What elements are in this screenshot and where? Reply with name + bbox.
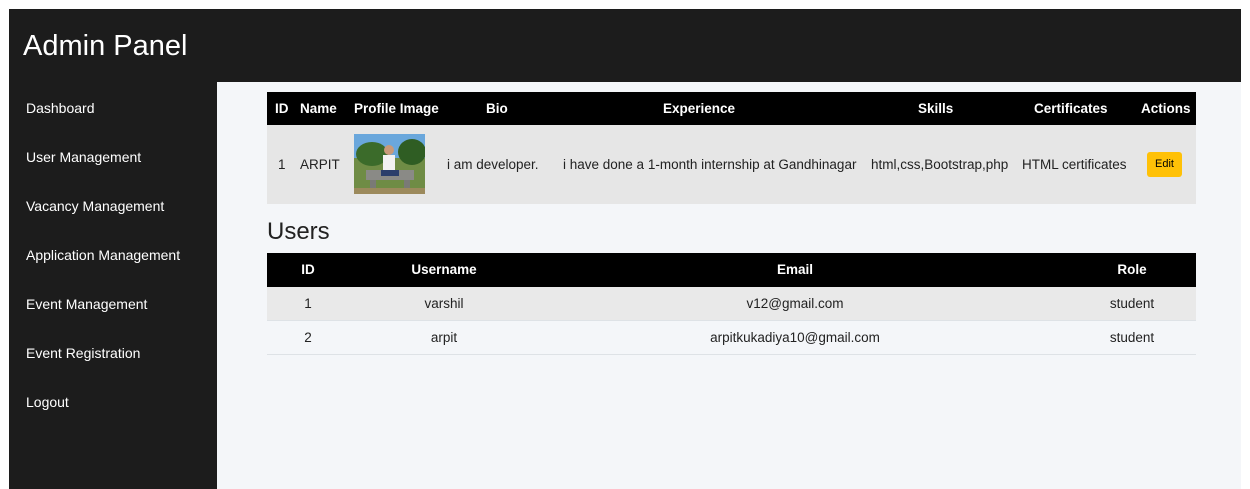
- edit-button[interactable]: Edit: [1147, 152, 1182, 177]
- column-header-role: Role: [1117, 262, 1147, 277]
- cell-username: arpit: [430, 330, 458, 345]
- cell-bio: i am developer.: [447, 157, 539, 172]
- users-heading: Users: [267, 218, 330, 245]
- app-title: Admin Panel: [23, 30, 188, 62]
- column-header-bio: Bio: [486, 101, 508, 116]
- cell-role: student: [1109, 296, 1155, 311]
- column-header-name: Name: [300, 101, 337, 116]
- sidebar: Dashboard User Management Vacancy Manage…: [9, 82, 217, 489]
- users-table-header: ID Username Email Role: [267, 253, 1196, 287]
- column-header-id: ID: [301, 262, 315, 277]
- column-header-username: Username: [411, 262, 477, 277]
- cell-name: ARPIT: [300, 157, 340, 172]
- cell-id: 1: [304, 296, 312, 311]
- cell-username: varshil: [424, 296, 464, 311]
- column-header-profile-image: Profile Image: [354, 101, 439, 116]
- cell-skills: html,css,Bootstrap,php: [871, 157, 1009, 172]
- column-header-skills: Skills: [918, 101, 954, 116]
- cell-role: student: [1109, 330, 1155, 345]
- sidebar-item-vacancy-management[interactable]: Vacancy Management: [26, 191, 164, 221]
- table-row: 1 ARPIT i am developer. i have done a 1-…: [267, 125, 1196, 204]
- column-header-id: ID: [275, 101, 289, 116]
- users-table: ID Username Email Role 1 varshil v12@gma…: [267, 253, 1196, 355]
- cell-experience: i have done a 1-month internship at Gand…: [563, 157, 857, 172]
- sidebar-item-dashboard[interactable]: Dashboard: [26, 93, 95, 123]
- top-bar: Admin Panel: [9, 9, 1241, 82]
- profile-table-header: ID Name Profile Image Bio Experience Ski…: [267, 92, 1196, 125]
- sidebar-item-application-management[interactable]: Application Management: [26, 240, 180, 270]
- column-header-certificates: Certificates: [1034, 101, 1108, 116]
- cell-email: arpitkukadiya10@gmail.com: [710, 330, 880, 345]
- table-row: 1 varshil v12@gmail.com student: [267, 287, 1196, 321]
- column-header-actions: Actions: [1141, 101, 1191, 116]
- sidebar-item-event-registration[interactable]: Event Registration: [26, 338, 140, 368]
- sidebar-item-event-management[interactable]: Event Management: [26, 289, 147, 319]
- main-content: ID Name Profile Image Bio Experience Ski…: [217, 82, 1241, 489]
- profile-image: [354, 134, 425, 194]
- cell-id: 1: [278, 157, 286, 172]
- profile-photo-icon: [354, 134, 425, 194]
- app-window: Admin Panel Dashboard User Management Va…: [9, 9, 1241, 489]
- table-row: 2 arpit arpitkukadiya10@gmail.com studen…: [267, 321, 1196, 355]
- cell-id: 2: [304, 330, 312, 345]
- cell-email: v12@gmail.com: [746, 296, 844, 311]
- profile-table: ID Name Profile Image Bio Experience Ski…: [267, 92, 1196, 204]
- sidebar-item-logout[interactable]: Logout: [26, 387, 69, 417]
- cell-certificates: HTML certificates: [1022, 157, 1127, 172]
- column-header-email: Email: [776, 262, 814, 277]
- sidebar-item-user-management[interactable]: User Management: [26, 142, 141, 172]
- column-header-experience: Experience: [663, 101, 736, 116]
